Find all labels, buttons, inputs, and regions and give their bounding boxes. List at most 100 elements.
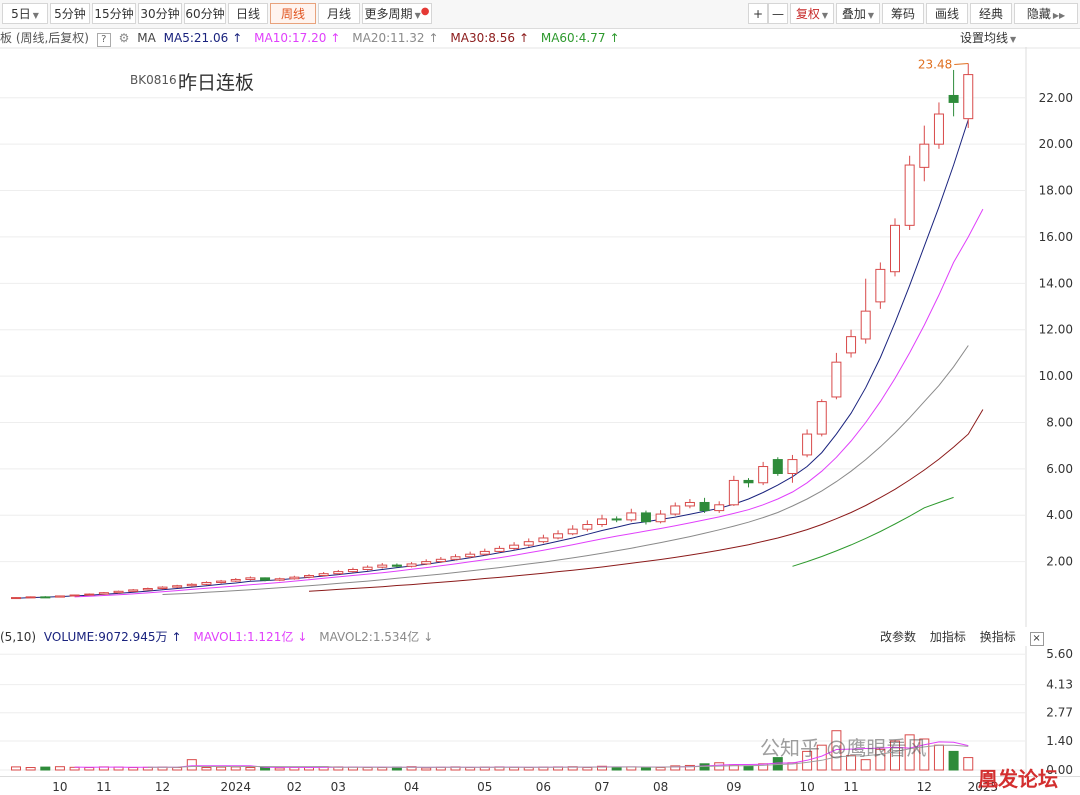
candle-body-up: [538, 537, 549, 543]
candle-body-up: [758, 466, 769, 484]
volume-bar: [377, 767, 388, 771]
time-label: 2024: [220, 780, 251, 794]
candle-body-up: [582, 524, 593, 530]
volume-bar: [128, 767, 139, 771]
volume-bar: [963, 757, 974, 771]
ma-settings-dropdown[interactable]: 设置均线 ▼: [960, 29, 1016, 49]
ma5-text: MA5:21.06: [163, 31, 229, 45]
chips-button[interactable]: 筹码: [882, 3, 924, 24]
candle: [933, 102, 944, 149]
period-5day-dropdown[interactable]: 5日 ▼: [2, 3, 48, 24]
candle: [40, 596, 51, 599]
candle: [890, 218, 900, 277]
price-tick-label: 8.00: [1046, 415, 1073, 429]
period-15min-button[interactable]: 15分钟: [92, 3, 136, 24]
period-60min-button[interactable]: 60分钟: [184, 3, 226, 24]
zoom-in-button[interactable]: +: [748, 3, 768, 24]
sector-name: 昨日连板: [178, 72, 255, 94]
help-icon[interactable]: ?: [96, 33, 111, 47]
period-30min-button[interactable]: 30分钟: [138, 3, 182, 24]
candle-body-up: [421, 561, 432, 565]
classic-button[interactable]: 经典: [970, 3, 1012, 24]
price-tick-label: 18.00: [1039, 184, 1073, 198]
volume-bar: [216, 766, 227, 771]
volume-tick-label: 4.13: [1046, 678, 1073, 692]
volume-bar: [172, 767, 183, 771]
candle: [84, 593, 95, 596]
gear-icon[interactable]: ⚙: [119, 31, 130, 45]
candle: [479, 548, 490, 556]
candle-body-up: [509, 544, 520, 549]
candle-body-up: [597, 518, 607, 526]
period-monthly-button[interactable]: 月线: [318, 3, 360, 24]
max-marker: 23.48: [918, 57, 969, 71]
time-label: 06: [536, 780, 551, 794]
change-indicator-button[interactable]: 换指标: [980, 630, 1016, 644]
candle-body-down: [40, 596, 51, 599]
volume-bar: [640, 766, 651, 771]
price-chart[interactable]: 2.00 4.00 6.00 8.00 10.00 12.00 14.00 16.00 18.0…: [0, 47, 1080, 627]
candle-body-up: [523, 541, 534, 546]
candle-body-down: [260, 577, 271, 581]
candle-body-up: [919, 143, 930, 168]
time-label: 04: [404, 780, 419, 794]
candle-body-up: [318, 573, 329, 577]
overlay-dropdown[interactable]: 叠加 ▼: [836, 3, 880, 24]
add-indicator-button[interactable]: 加指标: [930, 630, 966, 644]
zoom-out-button[interactable]: —: [768, 3, 788, 24]
mavol2-arrow: ↓: [423, 630, 434, 644]
candle-body-up: [553, 533, 564, 539]
candle-body-up: [479, 550, 490, 555]
candle: [98, 591, 109, 595]
ma20-text: MA20:11.32: [352, 31, 425, 45]
price-tick-label: 4.00: [1046, 508, 1073, 522]
more-periods-dropdown[interactable]: 更多周期 ▼●: [362, 3, 432, 24]
notification-dot-icon: ●: [420, 6, 430, 17]
price-tick-label: 14.00: [1039, 276, 1073, 290]
price-tick-label: 22.00: [1039, 91, 1073, 105]
candle: [245, 576, 256, 581]
candle-body-up: [684, 501, 695, 507]
candle: [670, 502, 681, 516]
candle: [186, 583, 197, 587]
volume-bar: [40, 766, 51, 771]
candle-body-up: [274, 578, 285, 581]
candle-body-up: [54, 595, 65, 598]
candle: [421, 559, 432, 566]
chevron-down-icon: ▼: [821, 11, 829, 20]
period-weekly-button[interactable]: 周线: [270, 3, 316, 24]
candle-body-up: [655, 513, 666, 523]
period-5min-button[interactable]: 5分钟: [50, 3, 90, 24]
candle: [523, 538, 534, 547]
candle-body-up: [172, 585, 183, 588]
candle-body-up: [933, 113, 944, 145]
candle-body-up: [113, 590, 124, 594]
candle-body-down: [948, 94, 959, 103]
volume-bar: [933, 744, 944, 771]
toolbar: 5日 ▼ 5分钟 15分钟 30分钟 60分钟 日线 周线 月线 更多周期 ▼● +…: [0, 0, 1080, 29]
draw-line-button[interactable]: 画线: [926, 3, 968, 24]
candle: [772, 457, 783, 476]
fuquan-dropdown[interactable]: 复权 ▼: [790, 3, 834, 24]
ma-line-ma5: [15, 119, 969, 599]
candle: [450, 554, 461, 561]
candle: [230, 578, 241, 583]
volume-bar: [509, 766, 520, 771]
candle: [699, 497, 710, 513]
candle: [758, 461, 769, 486]
ma20-arrow: ↑: [428, 31, 439, 45]
edit-params-button[interactable]: 改参数: [880, 630, 916, 644]
time-label: 10: [799, 780, 814, 794]
volume-tools: 改参数 加指标 换指标 ×: [880, 628, 1054, 646]
candle: [318, 572, 329, 577]
price-tick-label: 12.00: [1039, 323, 1073, 337]
volume-bar: [186, 759, 197, 771]
close-icon[interactable]: ×: [1029, 632, 1044, 646]
hide-button[interactable]: 隐藏 ▶▶: [1014, 3, 1078, 24]
candle-body-up: [69, 594, 80, 597]
ma60-value: MA60:4.77 ↑: [541, 31, 624, 45]
volume-bar: [201, 767, 212, 771]
volume-tick-label: 5.60: [1046, 647, 1073, 661]
volume-bar: [743, 765, 754, 771]
period-daily-button[interactable]: 日线: [228, 3, 268, 24]
